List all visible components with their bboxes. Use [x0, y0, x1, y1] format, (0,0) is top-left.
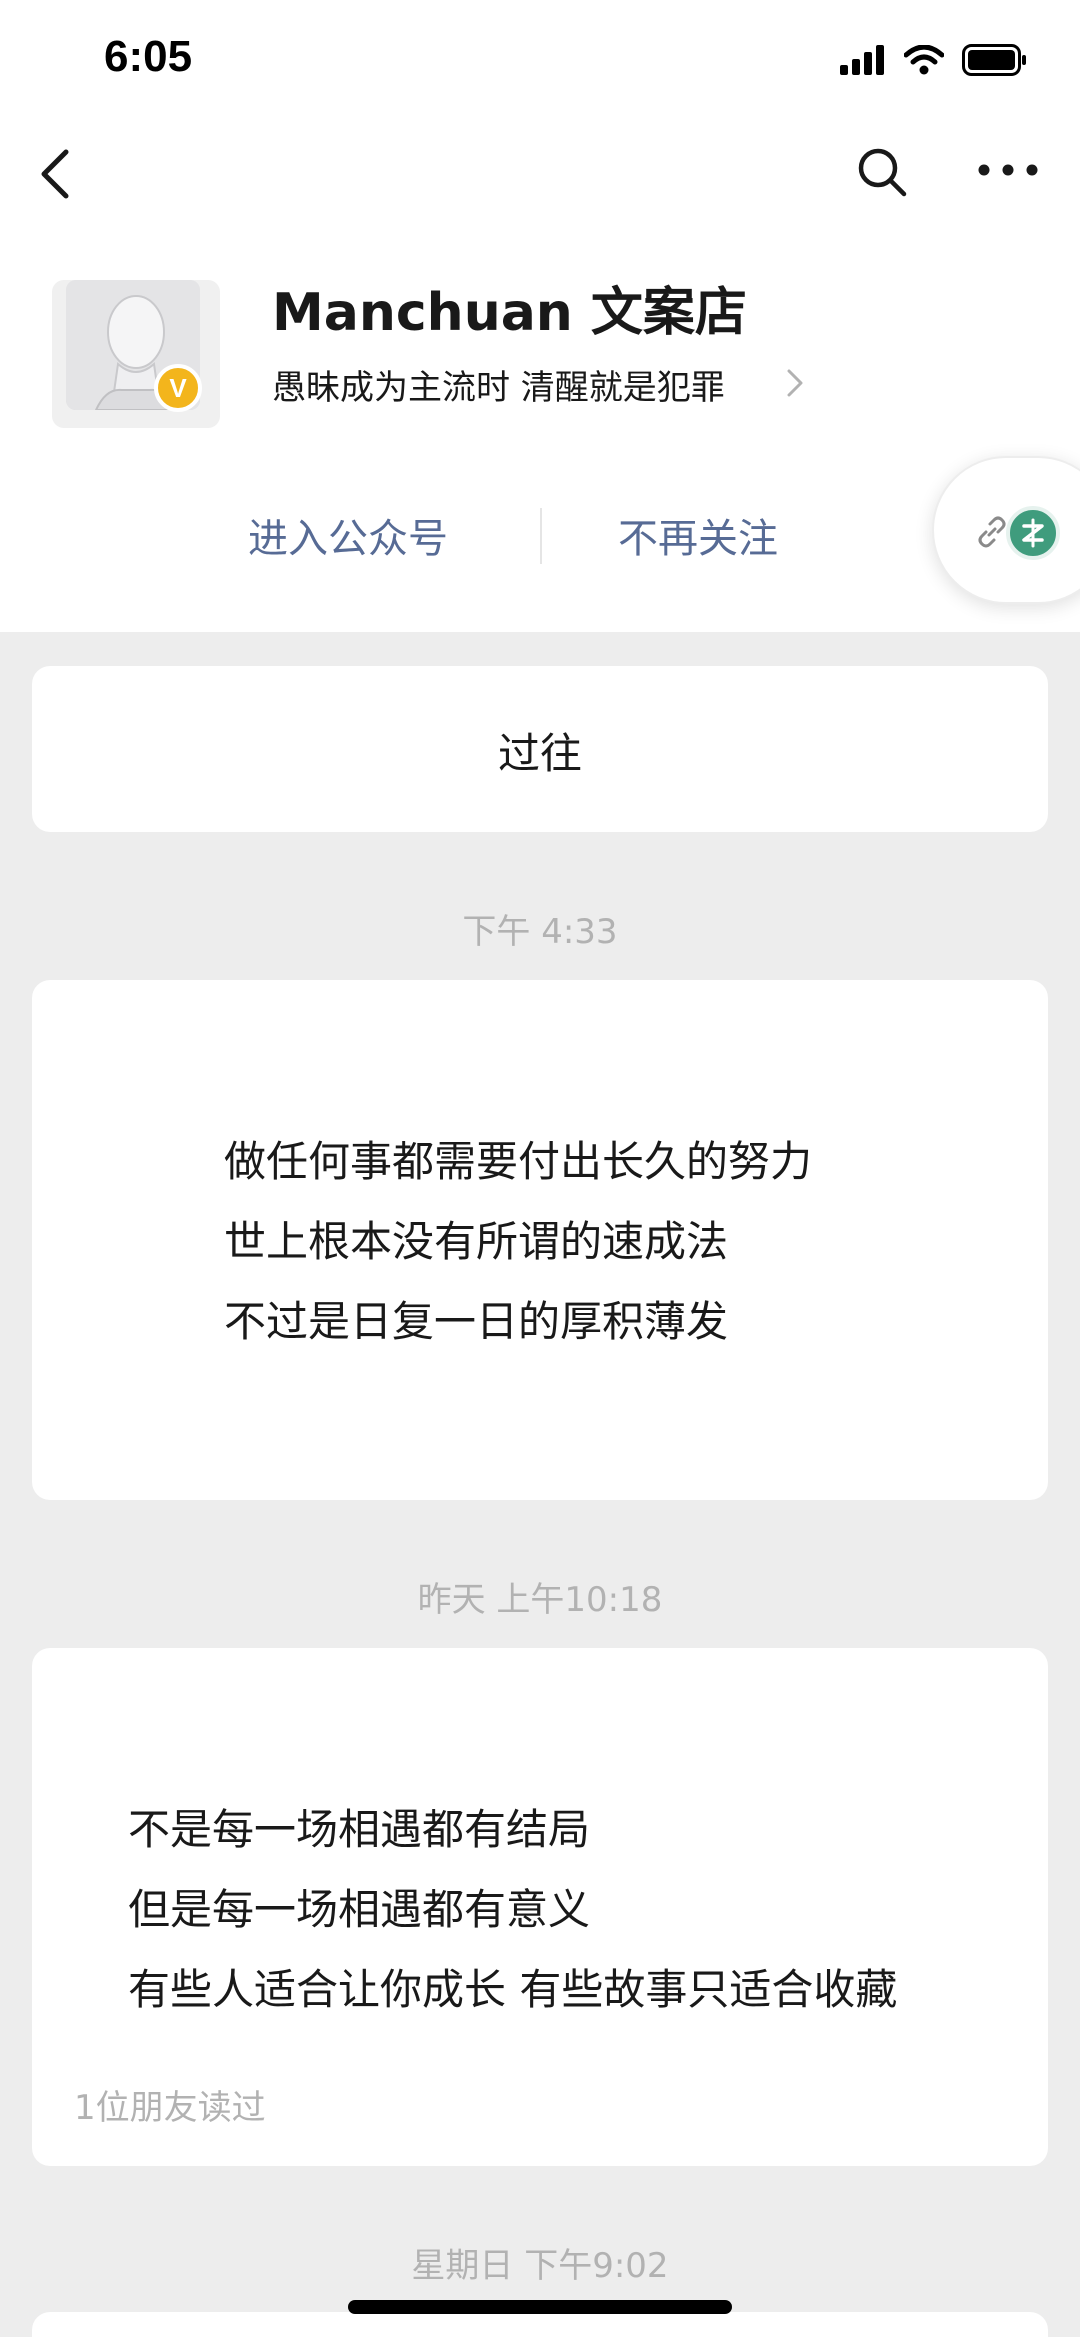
read-count: 1位朋友读过 [74, 2088, 266, 2128]
nav-bar [0, 120, 1080, 230]
message-line: 但是每一场相遇都有意义 [128, 1885, 591, 1934]
message-line: 不过是日复一日的厚积薄发 [224, 1297, 729, 1346]
floating-shortcut[interactable] [932, 456, 1080, 604]
status-bar: 6:05 [0, 0, 1080, 120]
home-indicator[interactable] [348, 2300, 732, 2314]
more-icon[interactable] [976, 150, 1040, 190]
past-label: 过往 [497, 729, 582, 778]
back-arrow-icon[interactable] [36, 146, 76, 202]
message-line: 有些人适合让你成长 有些故事只适合收藏 [128, 1965, 898, 2014]
account-name: Manchuan 文案店 [272, 283, 747, 343]
message-card[interactable] [32, 2312, 1048, 2337]
search-icon[interactable] [856, 144, 908, 200]
past-messages-card[interactable]: 过往 [32, 666, 1048, 832]
message-card[interactable]: 做任何事都需要付出长久的努力 世上根本没有所谓的速成法 不过是日复一日的厚积薄发 [32, 980, 1048, 1500]
message-line: 做任何事都需要付出长久的努力 [224, 1137, 813, 1186]
divider [540, 508, 542, 564]
verified-badge: V [154, 364, 202, 412]
status-icons [840, 40, 1028, 80]
status-time: 6:05 [104, 32, 193, 81]
message-time: 昨天 上午10:18 [417, 1580, 663, 1620]
wifi-icon [904, 45, 944, 75]
message-time: 下午 4:33 [462, 912, 618, 952]
enter-account-button[interactable]: 进入公众号 [248, 506, 448, 564]
battery-icon [962, 44, 1026, 76]
message-card[interactable]: 不是每一场相遇都有结局 但是每一场相遇都有意义 有些人适合让你成长 有些故事只适… [32, 1648, 1048, 2166]
avatar[interactable] [52, 280, 220, 428]
app-shortcut-icon[interactable] [1006, 506, 1060, 560]
chevron-right-icon[interactable] [784, 366, 806, 400]
unfollow-button[interactable]: 不再关注 [618, 506, 778, 564]
message-line: 世上根本没有所谓的速成法 [224, 1217, 729, 1266]
account-bio[interactable]: 愚昧成为主流时 清醒就是犯罪 [272, 360, 725, 409]
cellular-signal-icon [840, 45, 884, 75]
message-time: 星期日 下午9:02 [411, 2246, 669, 2286]
message-line: 不是每一场相遇都有结局 [128, 1805, 591, 1854]
